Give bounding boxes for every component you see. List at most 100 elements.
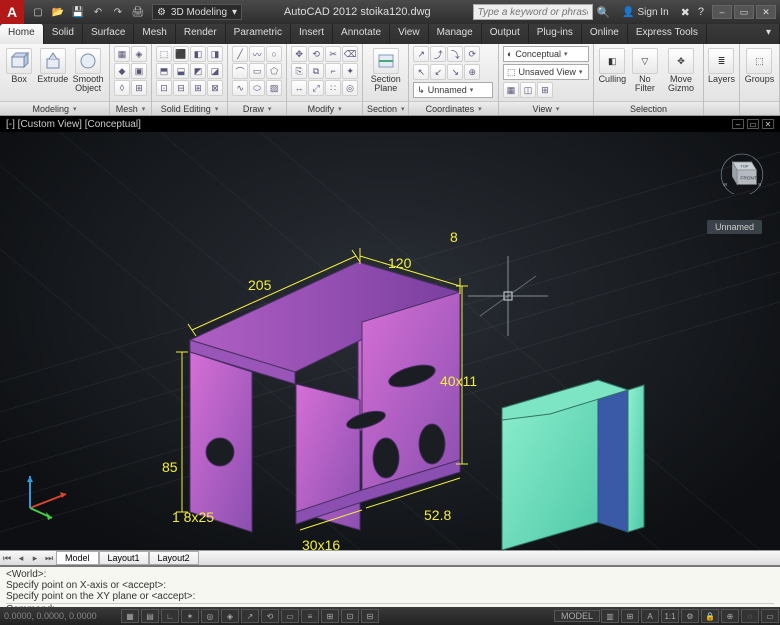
redo-icon[interactable]: ↷ [110,4,126,20]
tab-home[interactable]: Home [0,24,44,44]
section-plane-button[interactable]: Section Plane [367,46,404,93]
box-button[interactable]: Box [4,46,34,84]
solid-tool-icon[interactable]: ⊞ [190,80,206,96]
status-scale-icon[interactable]: 1:1 [661,609,679,623]
scale-icon[interactable]: ⤢ [308,80,324,96]
status-lock-icon[interactable]: 🔒 [701,609,719,623]
snap-toggle[interactable]: ▦ [121,609,139,623]
doc-close-button[interactable]: ✕ [762,119,774,129]
mirror-icon[interactable]: ⧉ [308,63,324,79]
tab-annotate[interactable]: Annotate [333,24,390,44]
status-clean-icon[interactable]: ▭ [761,609,779,623]
lwt-toggle[interactable]: ≡ [301,609,319,623]
tab-online[interactable]: Online [582,24,628,44]
trim-icon[interactable]: ✂ [325,46,341,62]
ucs-icon[interactable]: ⤴ [430,46,446,62]
extrude-button[interactable]: Extrude [37,46,68,84]
gizmo-button[interactable]: ✥Move Gizmo [663,46,699,93]
open-icon[interactable]: 📂 [50,4,66,20]
ortho-toggle[interactable]: ∟ [161,609,179,623]
grid-toggle[interactable]: ▤ [141,609,159,623]
erase-icon[interactable]: ⌫ [342,46,358,62]
solid-tool-icon[interactable]: ⬓ [173,63,189,79]
view-cube[interactable]: FRONT TOP W S [718,146,766,194]
model-viewport[interactable]: 8 120 205 40x11 85 1 8x25 30x16 52.8 FRO… [0,132,780,550]
view-tool-icon[interactable]: ▦ [503,82,519,98]
new-icon[interactable]: ▢ [30,4,46,20]
plot-icon[interactable]: 🖨 [130,4,146,20]
osnap-toggle[interactable]: ◎ [201,609,219,623]
mesh-tool-icon[interactable]: ⊞ [131,80,147,96]
tab-output[interactable]: Output [482,24,529,44]
tab-express[interactable]: Express Tools [628,24,707,44]
stretch-icon[interactable]: ↔ [291,80,307,96]
solid-tool-icon[interactable]: ⊡ [156,80,172,96]
circle-icon[interactable]: ○ [266,46,282,62]
status-qv-icon[interactable]: ⊞ [621,609,639,623]
ucs-icon[interactable]: ⤵ [447,46,463,62]
status-model-button[interactable]: MODEL [554,610,600,622]
undo-icon[interactable]: ↶ [90,4,106,20]
ucs-icon[interactable]: ↗ [413,46,429,62]
solid-tool-icon[interactable]: ⬚ [156,46,172,62]
ribbon-options-icon[interactable]: ▾ [758,24,780,44]
tab-nav-next[interactable]: ▸ [28,553,42,564]
visual-style-dropdown[interactable]: ◐Conceptual▾ [503,46,589,62]
ducs-toggle[interactable]: ⟲ [261,609,279,623]
tpy-toggle[interactable]: ⊞ [321,609,339,623]
ucs-icon[interactable]: ⟳ [464,46,480,62]
status-ws-icon[interactable]: ⚙ [681,609,699,623]
tab-render[interactable]: Render [176,24,226,44]
tab-surface[interactable]: Surface [83,24,134,44]
culling-button[interactable]: ◧Culling [598,46,627,84]
hatch-icon[interactable]: ▨ [266,80,282,96]
search-input[interactable] [473,4,593,20]
solid-tool-icon[interactable]: ◪ [207,63,223,79]
poly-icon[interactable]: ⬠ [266,63,282,79]
saved-view-dropdown[interactable]: ⬚Unsaved View▾ [503,64,589,80]
workspace-dropdown[interactable]: ⚙ 3D Modeling ▾ [152,4,242,20]
otrack-toggle[interactable]: ↗ [241,609,259,623]
tab-parametric[interactable]: Parametric [226,24,291,44]
tab-nav-prev[interactable]: ◂ [14,553,28,564]
sc-toggle[interactable]: ⊟ [361,609,379,623]
doc-minimize-button[interactable]: – [732,119,744,129]
window-close-button[interactable]: ✕ [756,5,776,19]
solid-tool-icon[interactable]: ◧ [190,46,206,62]
solid-tool-icon[interactable]: ⊠ [207,80,223,96]
offset-icon[interactable]: ◎ [342,80,358,96]
smooth-button[interactable]: Smooth Object [71,46,105,93]
status-layout-icon[interactable]: ▥ [601,609,619,623]
view-tool-icon[interactable]: ◫ [520,82,536,98]
fillet-icon[interactable]: ⌐ [325,63,341,79]
exchange-icon[interactable]: ✖ [677,6,694,19]
save-icon[interactable]: 💾 [70,4,86,20]
solid-tool-icon[interactable]: ◨ [207,46,223,62]
line-icon[interactable]: ╱ [232,46,248,62]
copy-icon[interactable]: ⎘ [291,63,307,79]
app-menu-button[interactable]: A [0,0,24,24]
window-restore-button[interactable]: ▭ [734,5,754,19]
tab-view[interactable]: View [390,24,429,44]
tab-solid[interactable]: Solid [44,24,83,44]
nofilter-button[interactable]: ▽No Filter [630,46,660,93]
explode-icon[interactable]: ✦ [342,63,358,79]
spline-icon[interactable]: ∿ [232,80,248,96]
view-name-badge[interactable]: Unnamed [707,220,762,234]
tab-manage[interactable]: Manage [429,24,482,44]
array-icon[interactable]: ∷ [325,80,341,96]
mesh-tool-icon[interactable]: ◆ [114,63,130,79]
solid-tool-icon[interactable]: ⊟ [173,80,189,96]
dyn-toggle[interactable]: ▭ [281,609,299,623]
arc-icon[interactable]: ⌒ [232,63,248,79]
mesh-tool-icon[interactable]: ▣ [131,63,147,79]
qp-toggle[interactable]: ⊡ [341,609,359,623]
tab-nav-first[interactable]: ⏮ [0,553,14,564]
sign-in-button[interactable]: 👤 Sign In [614,7,676,18]
status-annoscale-icon[interactable]: A [641,609,659,623]
polar-toggle[interactable]: ✶ [181,609,199,623]
status-isolate-icon[interactable]: ◌ [741,609,759,623]
groups-button[interactable]: ⬚Groups [744,46,775,84]
solid-tool-icon[interactable]: ⬒ [156,63,172,79]
mesh-tool-icon[interactable]: ◈ [131,46,147,62]
